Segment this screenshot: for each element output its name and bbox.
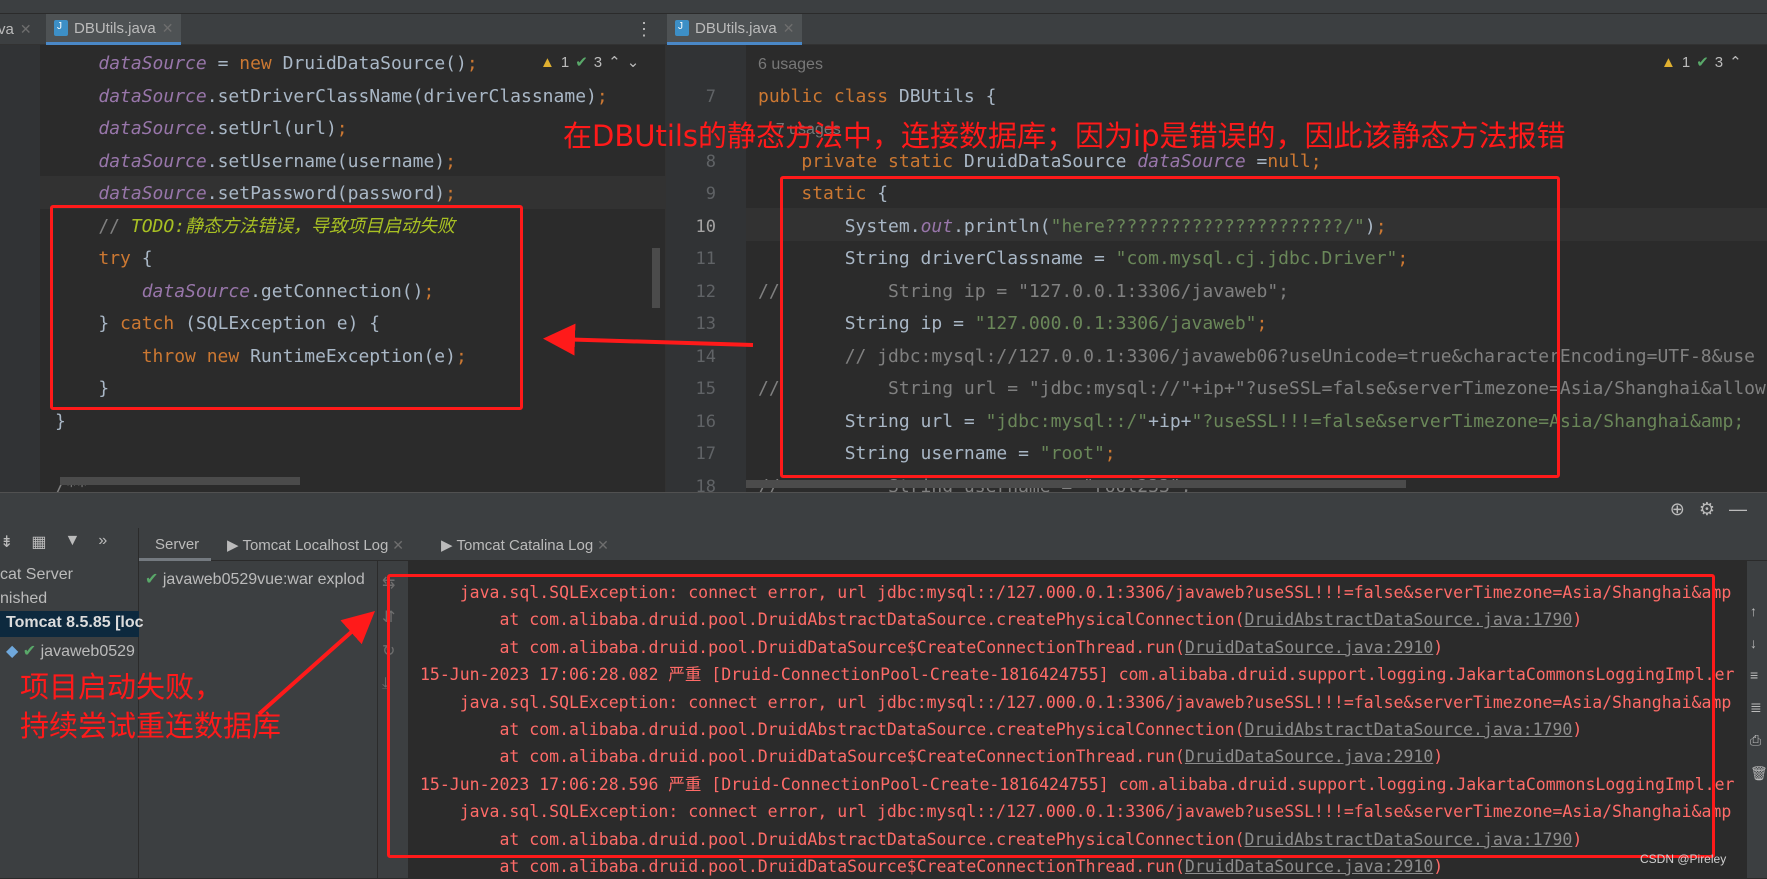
arrow-to-deployment: [257, 611, 375, 716]
watermark: CSDN @Pireley: [1640, 852, 1727, 866]
arrow-to-static-block: [543, 323, 754, 356]
annotation-arrows: [257, 323, 754, 716]
